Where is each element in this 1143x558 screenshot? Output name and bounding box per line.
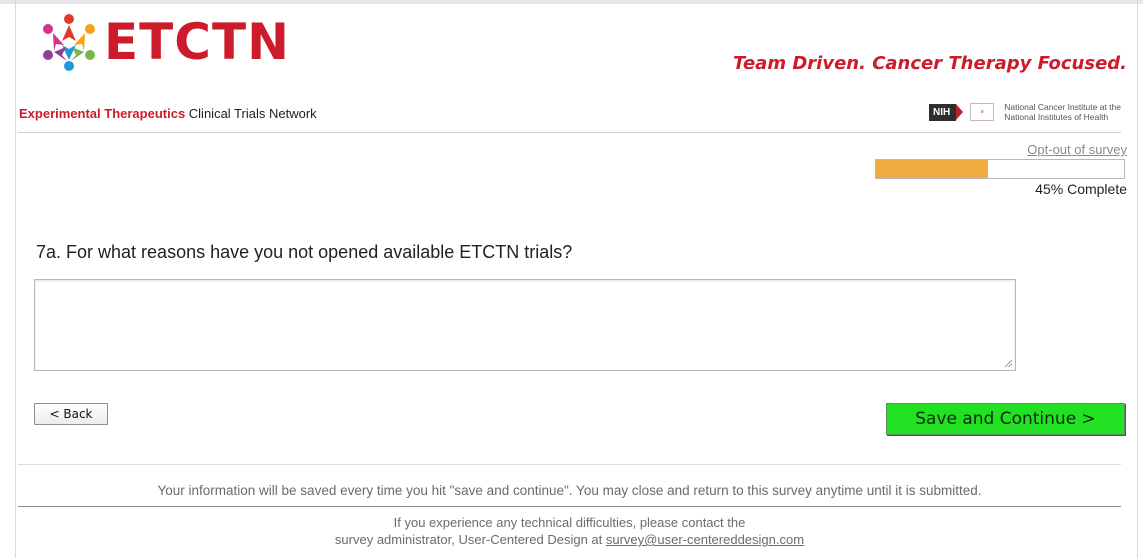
nci-text: National Cancer Institute at the Nationa… <box>1004 102 1121 122</box>
back-button[interactable]: < Back <box>34 403 108 425</box>
progress-label: 45% Complete <box>1035 181 1127 197</box>
footer-divider-dark <box>18 506 1121 507</box>
optout-link[interactable]: Opt-out of survey <box>1027 142 1127 157</box>
contact-line1: If you experience any technical difficul… <box>393 515 746 530</box>
save-info-note: Your information will be saved every tim… <box>157 483 982 498</box>
progress-fill <box>876 160 988 178</box>
nci-logo: NIH ≡ National Cancer Institute at the N… <box>929 102 1121 122</box>
resize-grip-icon[interactable] <box>1004 359 1012 367</box>
network-name-strong: Experimental Therapeutics <box>19 106 186 121</box>
contact-email-link[interactable]: survey@user-centereddesign.com <box>606 532 804 547</box>
etctn-logo: ETCTN <box>38 12 290 72</box>
contact-info: If you experience any technical difficul… <box>18 514 1121 548</box>
people-circle-icon <box>43 14 95 71</box>
save-and-continue-button[interactable]: Save and Continue > <box>886 403 1125 435</box>
answer-textarea[interactable] <box>34 279 1016 371</box>
question-text: 7a. For what reasons have you not opened… <box>36 242 573 262</box>
subheader-bar: Experimental Therapeutics Clinical Trial… <box>18 95 1121 133</box>
logo-wordmark: ETCTN <box>104 13 290 71</box>
progress-bar <box>875 159 1125 179</box>
nci-seal-icon: ≡ <box>970 103 995 121</box>
nci-line1: National Cancer Institute at the <box>1004 102 1121 112</box>
contact-line2: survey administrator, User-Centered Desi… <box>334 532 606 547</box>
footer-divider <box>18 464 1121 465</box>
tagline: Team Driven. Cancer Therapy Focused. <box>733 53 1127 74</box>
network-name-rest: Clinical Trials Network <box>185 106 317 121</box>
nci-line2: National Institutes of Health <box>1004 112 1109 122</box>
network-name: Experimental Therapeutics Clinical Trial… <box>19 106 317 121</box>
nih-badge: NIH <box>929 103 964 121</box>
